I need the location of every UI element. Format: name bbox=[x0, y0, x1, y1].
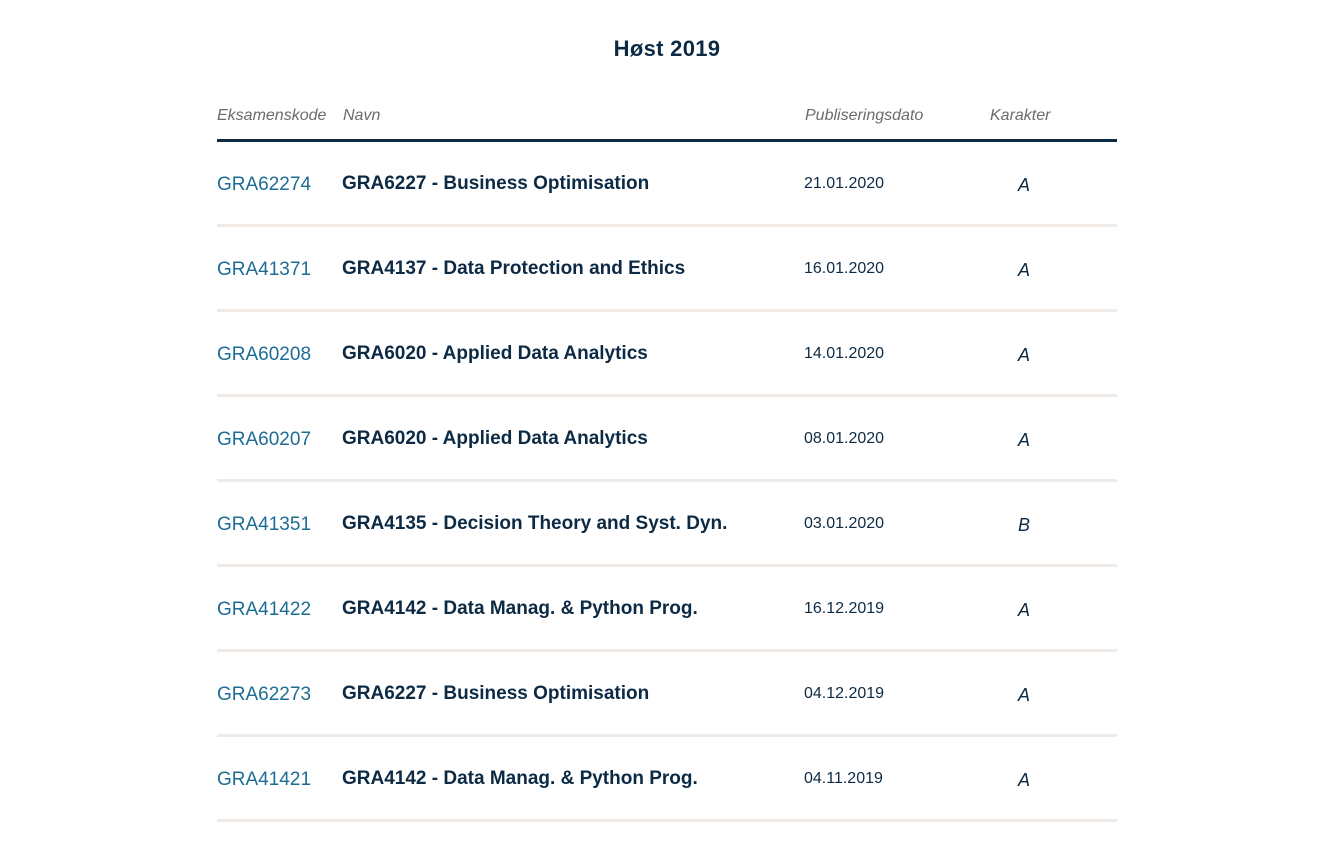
course-name: GRA4135 - Decision Theory and Syst. Dyn. bbox=[342, 513, 728, 534]
table-header: Eksamenskode Navn Publiseringsdato Karak… bbox=[217, 105, 1117, 142]
publish-date: 21.01.2020 bbox=[804, 175, 885, 192]
publish-date: 16.12.2019 bbox=[804, 600, 885, 617]
header-publish-date: Publiseringsdato bbox=[805, 107, 924, 124]
table-row: GRA62274 GRA6227 - Business Optimisation… bbox=[217, 142, 1117, 227]
table-row: GRA41371 GRA4137 - Data Protection and E… bbox=[217, 227, 1117, 312]
table-row: GRA41351 GRA4135 - Decision Theory and S… bbox=[217, 482, 1117, 567]
grade: B bbox=[1018, 515, 1031, 535]
grade: A bbox=[1018, 260, 1031, 280]
header-name: Navn bbox=[343, 107, 381, 124]
table-row: GRA62273 GRA6227 - Business Optimisation… bbox=[217, 652, 1117, 737]
grade: A bbox=[1018, 770, 1031, 790]
course-name: GRA4137 - Data Protection and Ethics bbox=[342, 258, 686, 279]
grade: A bbox=[1018, 175, 1031, 195]
exam-code-link[interactable]: GRA41421 bbox=[217, 769, 311, 791]
grade: A bbox=[1018, 430, 1031, 450]
publish-date: 16.01.2020 bbox=[804, 260, 885, 277]
publish-date: 03.01.2020 bbox=[804, 515, 885, 532]
table-row: GRA60207 GRA6020 - Applied Data Analytic… bbox=[217, 397, 1117, 482]
course-name: GRA6020 - Applied Data Analytics bbox=[342, 428, 648, 449]
publish-date: 14.01.2020 bbox=[804, 345, 885, 362]
grade: A bbox=[1018, 600, 1031, 620]
publish-date: 04.11.2019 bbox=[804, 770, 883, 787]
course-name: GRA6227 - Business Optimisation bbox=[342, 683, 650, 704]
exam-code-link[interactable]: GRA41422 bbox=[217, 599, 311, 621]
grade: A bbox=[1018, 685, 1031, 705]
exam-code-link[interactable]: GRA62273 bbox=[217, 684, 311, 706]
header-exam-code: Eksamenskode bbox=[217, 107, 327, 124]
course-name: GRA4142 - Data Manag. & Python Prog. bbox=[342, 768, 698, 789]
course-name: GRA6020 - Applied Data Analytics bbox=[342, 343, 648, 364]
table-row: GRA60208 GRA6020 - Applied Data Analytic… bbox=[217, 312, 1117, 397]
header-grade: Karakter bbox=[990, 107, 1051, 124]
table-row: GRA41421 GRA4142 - Data Manag. & Python … bbox=[217, 737, 1117, 822]
exam-code-link[interactable]: GRA60208 bbox=[217, 344, 311, 366]
exam-code-link[interactable]: GRA41371 bbox=[217, 259, 311, 281]
table-row: GRA41422 GRA4142 - Data Manag. & Python … bbox=[217, 567, 1117, 652]
exam-code-link[interactable]: GRA62274 bbox=[217, 174, 311, 196]
exam-code-link[interactable]: GRA60207 bbox=[217, 429, 311, 451]
grade: A bbox=[1018, 345, 1031, 365]
course-name: GRA6227 - Business Optimisation bbox=[342, 173, 650, 194]
semester-title: Høst 2019 bbox=[613, 36, 721, 61]
publish-date: 04.12.2019 bbox=[804, 685, 885, 702]
results-table-body: GRA62274 GRA6227 - Business Optimisation… bbox=[217, 142, 1117, 822]
exam-code-link[interactable]: GRA41351 bbox=[217, 514, 311, 536]
course-name: GRA4142 - Data Manag. & Python Prog. bbox=[342, 598, 698, 619]
publish-date: 08.01.2020 bbox=[804, 430, 885, 447]
